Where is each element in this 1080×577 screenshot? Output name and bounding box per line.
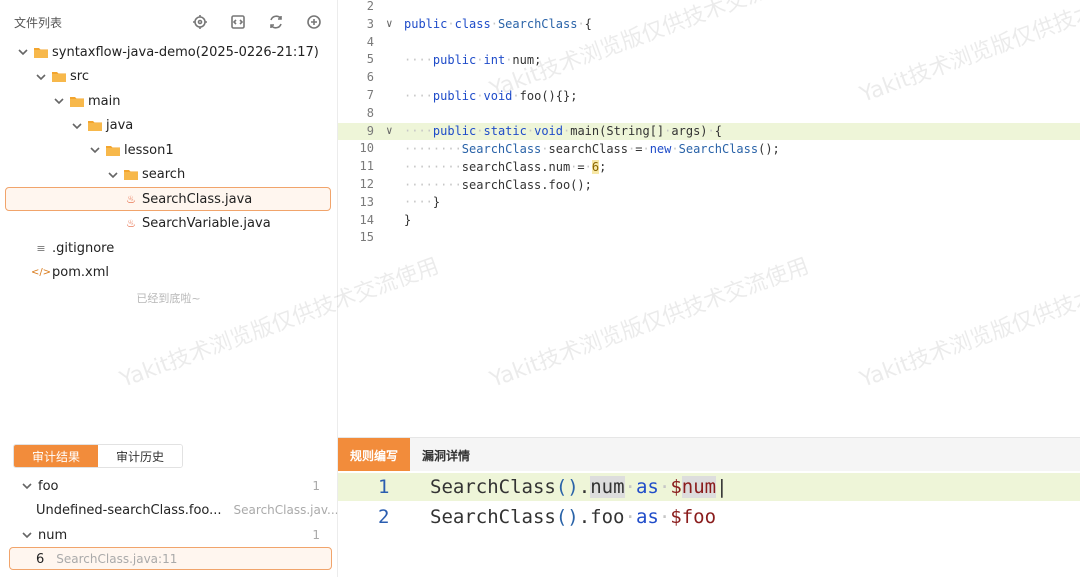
code-line: ········SearchClass·searchClass·=·new·Se…	[404, 142, 780, 156]
result-item-file: SearchClass.java:11	[56, 552, 178, 566]
code-line: ····public·int·num;	[404, 53, 542, 67]
code-line: ········searchClass.foo();	[404, 178, 592, 192]
line-number: 4	[366, 34, 374, 49]
line-number: 11	[359, 159, 374, 174]
tree-item[interactable]: ♨ SearchClass.java	[124, 187, 252, 211]
tree-item[interactable]: java	[70, 114, 133, 138]
tab-audit-results[interactable]: 审计结果	[14, 445, 98, 467]
chevron-down-icon	[88, 143, 102, 157]
line-number: 15	[359, 230, 374, 245]
java-icon: ♨	[126, 192, 136, 206]
rule-line: SearchClass().foo·as·$foo	[430, 506, 717, 528]
tree-item[interactable]: syntaxflow-java-demo(2025-0226-21:17)	[16, 40, 319, 64]
line-number: 2	[366, 0, 374, 13]
line-number: 10	[359, 141, 374, 156]
line-number: 8	[366, 105, 374, 120]
rule-editor[interactable]: 1 SearchClass().num·as·$num| 2 SearchCla…	[338, 471, 1080, 577]
tree-item-label: .gitignore	[52, 240, 115, 256]
folder-icon	[106, 145, 120, 156]
rule-tabs: 规则编写 漏洞详情	[338, 437, 1080, 472]
chevron-down-icon	[70, 119, 84, 133]
folder-icon	[124, 169, 138, 180]
tree-item[interactable]: ♨ SearchVariable.java	[124, 212, 271, 236]
tree-item[interactable]: search	[106, 163, 185, 187]
chevron-down-icon	[34, 70, 48, 84]
folder-icon	[70, 96, 84, 107]
line-number: 12	[359, 177, 374, 191]
code-line: ····}	[404, 195, 441, 209]
file-list-toolbar	[190, 12, 324, 32]
result-group-label: foo	[38, 478, 59, 494]
right-panel: 2 3 4 5 6 7 8 9 10 11 12 13 14 15 ∨ ∨ public·class·Se…	[337, 0, 1080, 577]
code-line: ····public·void·foo(){};	[404, 89, 578, 103]
result-item-file: SearchClass.jav...	[233, 503, 339, 517]
fold-icon[interactable]: ∨	[386, 124, 398, 137]
line-number: 5	[366, 52, 374, 67]
line-number: 6	[366, 70, 374, 85]
java-icon: ♨	[126, 217, 136, 230]
tree-item[interactable]: main	[52, 89, 120, 113]
tab-rule-writing[interactable]: 规则编写	[338, 438, 411, 472]
line-number: 3	[366, 16, 374, 31]
tab-vuln-details[interactable]: 漏洞详情	[410, 438, 483, 472]
locate-icon[interactable]	[190, 12, 210, 32]
result-item[interactable]: Undefined-searchClass.foo... SearchClass…	[36, 499, 338, 521]
folder-icon	[52, 71, 66, 82]
tree-item-label: java	[106, 118, 134, 133]
fold-icon[interactable]: ∨	[386, 17, 398, 30]
chevron-down-icon	[106, 168, 120, 182]
result-group-num[interactable]: num 1	[20, 524, 320, 546]
tree-item-label: lesson1	[124, 142, 174, 158]
result-item-label: 6	[36, 551, 45, 567]
result-group-label: num	[38, 527, 68, 543]
chevron-down-icon	[20, 528, 34, 542]
code-line: ····public·static·void·main(String[]·arg…	[404, 124, 722, 138]
tree-item-label: SearchClass.java	[142, 191, 253, 207]
file-list-title: 文件列表	[14, 16, 63, 30]
chevron-down-icon	[20, 479, 34, 493]
xml-file-icon: </>	[30, 267, 52, 278]
line-number: 14	[359, 212, 374, 227]
chevron-down-icon	[52, 94, 66, 108]
code-editor[interactable]: 2 3 4 5 6 7 8 9 10 11 12 13 14 15 ∨ ∨ public·class·Se…	[338, 0, 1080, 437]
result-group-count: 1	[312, 528, 320, 542]
tab-audit-history[interactable]: 审计历史	[98, 445, 182, 467]
tree-item-label: main	[88, 93, 121, 109]
result-item[interactable]: 6 SearchClass.java:11	[36, 548, 320, 570]
rule-line: SearchClass().num·as·$num|	[430, 476, 728, 498]
folder-icon	[34, 47, 48, 58]
tree-item-label: search	[142, 167, 186, 182]
tree-item-label: syntaxflow-java-demo(2025-0226-21:17)	[52, 44, 319, 60]
code-line: ········searchClass.num·=·6;	[404, 160, 607, 174]
text-file-icon: ≡	[36, 241, 46, 255]
line-number: 9	[366, 123, 374, 138]
tree-item-label: pom.xml	[52, 265, 109, 280]
tree-item[interactable]: src	[34, 65, 89, 89]
line-number: 13	[359, 194, 374, 209]
result-item-label: Undefined-searchClass.foo...	[36, 502, 222, 518]
tree-item[interactable]: lesson1	[88, 138, 174, 162]
tree-item[interactable]: ≡ .gitignore	[34, 236, 114, 260]
end-of-list-note: 已经到底啦~	[136, 292, 201, 305]
line-number: 7	[366, 88, 374, 102]
file-list-header: 文件列表	[14, 10, 324, 34]
tree-item-label: src	[70, 69, 89, 84]
code-line: public·class·SearchClass·{	[404, 17, 592, 31]
audit-tabs: 审计结果 审计历史	[13, 444, 183, 468]
folder-icon	[88, 120, 102, 131]
tree-item[interactable]: </> pom.xml	[30, 261, 109, 285]
result-group-foo[interactable]: foo 1	[20, 475, 320, 497]
chevron-down-icon	[16, 45, 30, 59]
code-file-icon[interactable]	[228, 12, 248, 32]
rule-line-number: 2	[378, 506, 390, 528]
rule-line-number: 1	[378, 476, 390, 498]
refresh-icon[interactable]	[266, 12, 286, 32]
left-panel: 文件列表 syntaxflow-java-demo(2025-0226-21:1…	[0, 0, 338, 577]
tree-item-label: SearchVariable.java	[142, 216, 271, 231]
add-icon[interactable]	[304, 12, 324, 32]
code-line: }	[404, 213, 412, 227]
result-group-count: 1	[312, 479, 320, 493]
